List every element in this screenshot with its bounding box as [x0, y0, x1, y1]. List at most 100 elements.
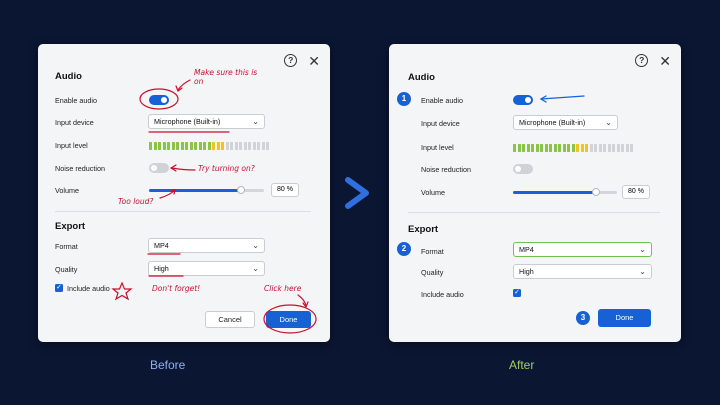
quality-select[interactable]: High ⌄ — [148, 261, 265, 276]
dialog-before: ? ✕ Audio Enable audio Input device Micr… — [38, 44, 330, 342]
annotation-noise-reduction: Try turning on? — [198, 164, 255, 173]
level-bar — [562, 144, 566, 152]
chevron-down-icon: ⌄ — [639, 267, 646, 276]
volume-slider[interactable] — [513, 188, 617, 196]
caption-after: After — [509, 358, 535, 372]
include-audio-checkbox[interactable]: ✓ — [513, 289, 521, 297]
input-device-select[interactable]: Microphone (Built-in) ⌄ — [148, 114, 265, 129]
quality-select[interactable]: High ⌄ — [513, 264, 652, 279]
volume-slider[interactable] — [149, 186, 264, 194]
annotation-volume: Too loud? — [118, 197, 154, 206]
level-bar — [603, 144, 606, 152]
annotation-enable-audio: Make sure this is on — [194, 68, 258, 86]
done-button[interactable]: Done — [598, 309, 651, 327]
volume-thumb[interactable] — [237, 186, 245, 194]
chevron-down-icon: ⌄ — [252, 117, 259, 126]
level-bar — [535, 144, 539, 152]
input-device-label: Input device — [421, 119, 460, 128]
level-bar — [252, 142, 256, 150]
quality-value: High — [154, 264, 169, 273]
level-bar — [212, 142, 215, 150]
noise-reduction-toggle[interactable] — [513, 164, 533, 174]
export-section-title: Export — [408, 224, 439, 235]
close-icon[interactable]: ✕ — [308, 54, 320, 68]
annotation-include-audio: Don't forget! — [152, 284, 201, 293]
volume-fill — [149, 189, 241, 192]
quality-label: Quality — [55, 265, 78, 274]
chevron-down-icon: ⌄ — [639, 245, 646, 254]
format-value: MP4 — [519, 245, 534, 254]
level-bar — [239, 142, 242, 150]
level-bar — [594, 144, 597, 152]
step-badge-2: 2 — [397, 242, 411, 256]
level-bar — [162, 142, 166, 150]
arrow-right-icon — [345, 177, 369, 209]
input-device-label: Input device — [55, 118, 94, 127]
input-device-value: Microphone (Built-in) — [154, 117, 221, 126]
export-section-title: Export — [55, 221, 86, 232]
level-bar — [248, 142, 251, 150]
input-level-label: Input level — [55, 141, 88, 150]
format-select[interactable]: MP4 ⌄ — [513, 242, 652, 257]
input-device-select[interactable]: Microphone (Built-in) ⌄ — [513, 115, 618, 130]
format-label: Format — [55, 242, 78, 251]
level-bar — [171, 142, 175, 150]
level-bar — [185, 142, 188, 150]
level-bar — [522, 144, 525, 152]
input-level-label: Input level — [421, 143, 454, 152]
input-level-meter — [149, 142, 269, 150]
noise-reduction-label: Noise reduction — [55, 164, 105, 173]
level-bar — [589, 144, 593, 152]
level-bar — [621, 144, 624, 152]
level-bar — [243, 142, 247, 150]
level-bar — [517, 144, 521, 152]
divider — [408, 212, 660, 213]
caption-before: Before — [150, 358, 186, 372]
include-audio-label: Include audio — [421, 290, 464, 299]
level-bar — [598, 144, 602, 152]
dialog-after: ? ✕ Audio Enable audio Input device Micr… — [389, 44, 681, 342]
chevron-down-icon: ⌄ — [252, 264, 259, 273]
volume-thumb[interactable] — [592, 188, 601, 196]
level-bar — [585, 144, 588, 152]
divider — [55, 211, 311, 212]
enable-audio-toggle[interactable] — [149, 95, 169, 105]
include-audio-label: Include audio — [67, 284, 110, 293]
level-bar — [558, 144, 561, 152]
level-bar — [544, 144, 548, 152]
level-bar — [180, 142, 184, 150]
format-value: MP4 — [154, 241, 169, 250]
level-bar — [261, 142, 265, 150]
format-label: Format — [421, 247, 444, 256]
level-bar — [189, 142, 193, 150]
done-button[interactable]: Done — [266, 311, 311, 328]
cancel-button[interactable]: Cancel — [205, 311, 255, 328]
level-bar — [225, 142, 229, 150]
volume-value[interactable]: 80 % — [622, 185, 650, 199]
level-bar — [230, 142, 233, 150]
help-icon[interactable]: ? — [284, 54, 298, 67]
chevron-down-icon: ⌄ — [605, 118, 612, 127]
noise-reduction-toggle[interactable] — [149, 163, 169, 173]
level-bar — [567, 144, 570, 152]
volume-fill — [513, 191, 597, 194]
level-bar — [580, 144, 584, 152]
audio-section-title: Audio — [408, 72, 435, 83]
format-select[interactable]: MP4 ⌄ — [148, 238, 265, 253]
enable-audio-toggle[interactable] — [513, 95, 533, 105]
volume-label: Volume — [421, 188, 445, 197]
level-bar — [257, 142, 260, 150]
level-bar — [571, 144, 575, 152]
volume-value[interactable]: 80 % — [271, 183, 299, 197]
level-bar — [625, 144, 629, 152]
level-bar — [549, 144, 552, 152]
level-bar — [234, 142, 238, 150]
noise-reduction-label: Noise reduction — [421, 165, 471, 174]
help-icon[interactable]: ? — [635, 54, 649, 67]
level-bar — [616, 144, 620, 152]
level-bar — [513, 144, 516, 152]
include-audio-checkbox[interactable]: ✓ — [55, 284, 63, 292]
volume-label: Volume — [55, 186, 79, 195]
enable-audio-label: Enable audio — [55, 96, 97, 105]
close-icon[interactable]: ✕ — [659, 54, 671, 68]
